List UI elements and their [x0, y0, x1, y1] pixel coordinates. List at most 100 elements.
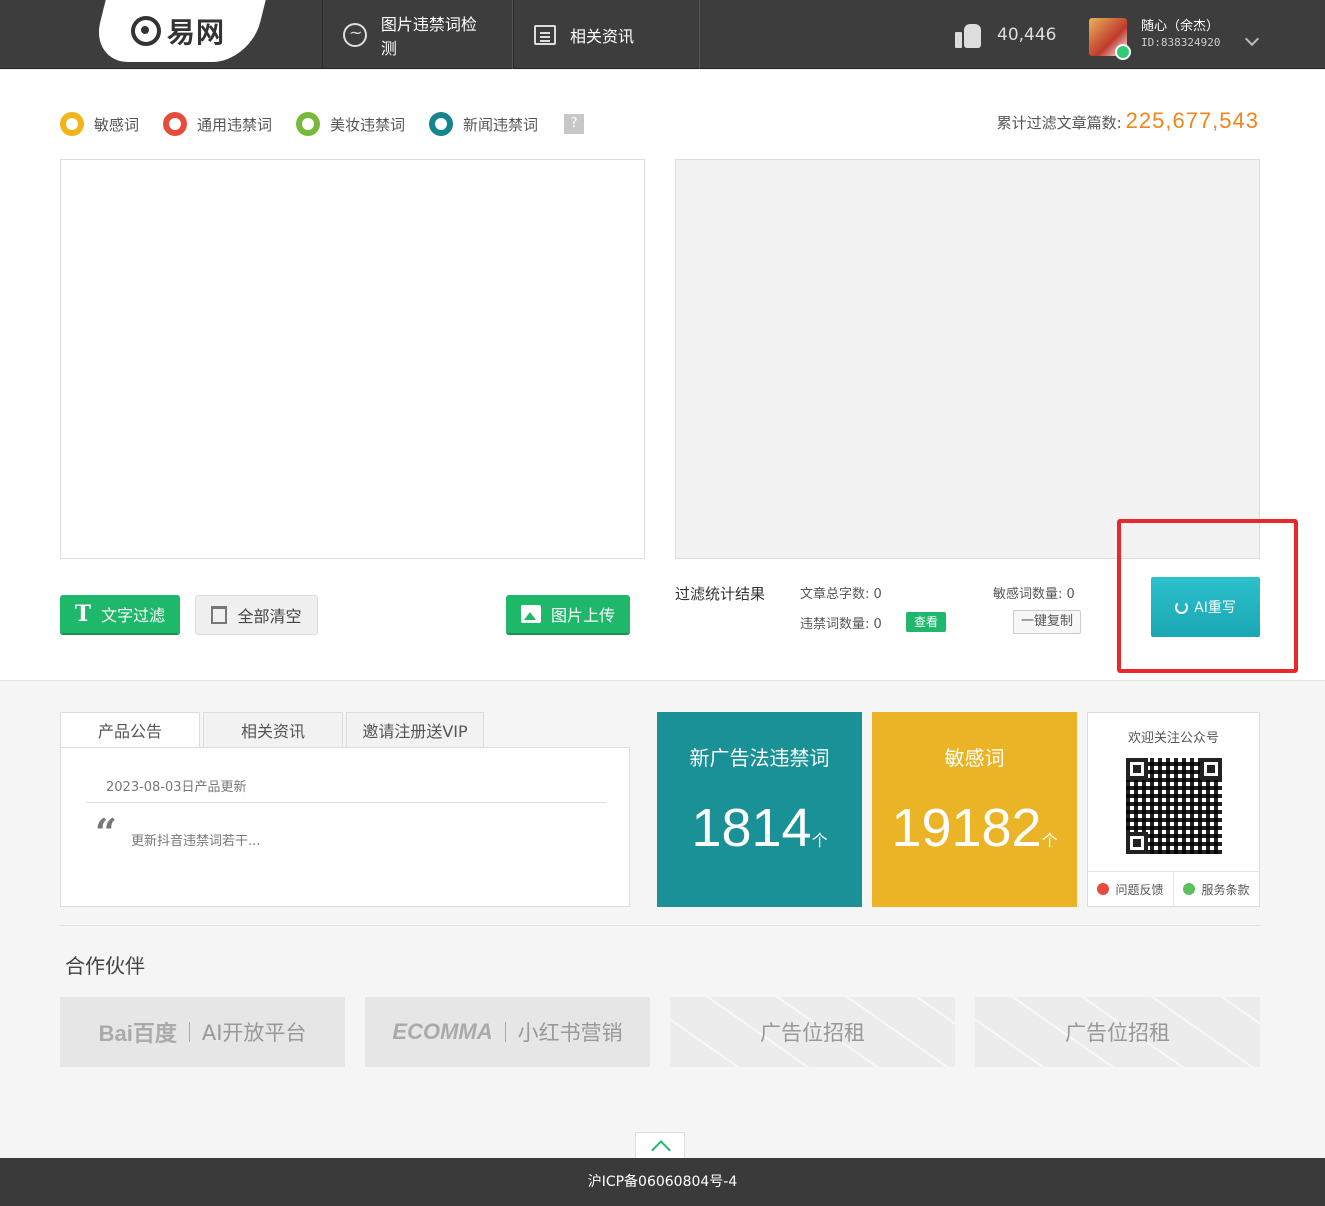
legend: 敏感词 通用违禁词 美妆违禁词 新闻违禁词 ? [60, 112, 585, 136]
copy-button[interactable]: 一键复制 [1013, 610, 1081, 634]
top-navbar: 易网 图片违禁词检测 相关资讯 40,446 随心（余杰） ID:8383249… [0, 0, 1325, 69]
partner-ad-slot[interactable]: 广告位招租 [670, 997, 955, 1067]
avatar [1089, 18, 1131, 60]
terms-label: 服务条款 [1201, 882, 1250, 897]
trash-icon [211, 606, 228, 624]
card-title: 敏感词 [944, 746, 1005, 770]
nav-image-check[interactable]: 图片违禁词检测 [322, 0, 513, 69]
divider [86, 802, 606, 803]
input-textarea[interactable] [60, 159, 645, 559]
image-upload-button[interactable]: 图片上传 [506, 595, 630, 635]
tab-news[interactable]: 相关资讯 [203, 712, 343, 748]
notice-date[interactable]: 2023-08-03日产品更新 [106, 776, 247, 795]
question-icon [1097, 883, 1110, 895]
yellow-dot-icon [60, 112, 84, 136]
scroll-top-button[interactable] [635, 1132, 685, 1158]
partner-ecomma[interactable]: ECOMMA 小红书营销 [365, 997, 650, 1067]
image-upload-label: 图片上传 [550, 606, 615, 625]
legend-label: 敏感词 [94, 115, 140, 134]
wechat-qr-card: 欢迎关注公众号 问题反馈 服务条款 [1087, 712, 1260, 907]
help-icon[interactable]: ? [564, 114, 585, 134]
total-words: 文章总字数: 0 [800, 587, 882, 602]
banned-words-card[interactable]: 新广告法违禁词 1814个 [657, 712, 862, 907]
news-doc-icon [534, 24, 556, 45]
feedback-label: 问题反馈 [1115, 882, 1164, 897]
legend-sensitive: 敏感词 [60, 112, 139, 136]
feedback-link[interactable]: 问题反馈 [1088, 872, 1174, 906]
sensitive-count: 敏感词数量: 0 [993, 587, 1075, 602]
notice-panel: 2023-08-03日产品更新 “ 更新抖音违禁词若干... [60, 747, 630, 907]
nav-news[interactable]: 相关资讯 [513, 0, 700, 69]
partners-title: 合作伙伴 [65, 954, 145, 978]
result-textarea[interactable] [675, 159, 1260, 559]
card-unit: 个 [1041, 833, 1058, 850]
user-menu[interactable]: 随心（余杰） ID:838324920 [1089, 18, 1221, 60]
logo[interactable]: 易网 [90, 0, 266, 62]
qr-footer: 问题反馈 服务条款 [1088, 871, 1259, 906]
card-value: 19182个 [872, 797, 1077, 859]
clear-all-button[interactable]: 全部清空 [195, 595, 318, 635]
chevron-down-icon[interactable] [1244, 31, 1260, 47]
red-dot-icon [163, 112, 188, 136]
partner-label: 小红书营销 [517, 1021, 623, 1045]
total-label: 累计过滤文章篇数: [996, 114, 1122, 132]
text-filter-button[interactable]: T 文字过滤 [60, 595, 180, 635]
image-scan-icon [343, 22, 367, 47]
partner-label: 广告位招租 [1065, 1021, 1170, 1045]
user-name: 随心（余杰） [1141, 19, 1220, 34]
total-value: 225,677,543 [1125, 108, 1259, 133]
text-t-icon: T [74, 601, 92, 627]
card-title: 新广告法违禁词 [689, 746, 830, 770]
total-filtered: 累计过滤文章篇数: 225,677,543 [997, 108, 1259, 134]
legend-label: 美妆违禁词 [330, 115, 406, 134]
legend-beauty: 美妆违禁词 [296, 112, 405, 136]
notice-text[interactable]: 更新抖音违禁词若干... [131, 830, 260, 849]
quote-icon: “ [95, 810, 117, 855]
separator [188, 1022, 190, 1042]
sensitive-words-card[interactable]: 敏感词 19182个 [872, 712, 1077, 907]
section-divider [60, 925, 1260, 926]
card-unit: 个 [811, 833, 828, 850]
logo-mark-icon [130, 16, 161, 46]
qr-code [1125, 758, 1222, 854]
card-number: 1814 [691, 798, 812, 858]
baidu-logo-icon: Bai百度 [98, 1021, 177, 1046]
likes-counter[interactable]: 40,446 [955, 22, 1056, 48]
partner-ad-slot[interactable]: 广告位招租 [975, 997, 1260, 1067]
partner-baidu[interactable]: Bai百度 AI开放平台 [60, 997, 345, 1067]
user-id: ID:838324920 [1141, 36, 1221, 49]
highlight-box [1117, 519, 1298, 673]
image-icon [520, 605, 541, 623]
legend-news: 新闻违禁词 [429, 112, 538, 136]
qr-corner [1125, 832, 1148, 854]
legend-general: 通用违禁词 [163, 112, 272, 136]
qr-corner [1125, 758, 1148, 780]
likes-count: 40,446 [997, 25, 1057, 45]
text-filter-label: 文字过滤 [101, 606, 166, 625]
footer: 沪ICP备06060804号-4 [0, 1158, 1325, 1206]
legend-label: 通用违禁词 [197, 115, 273, 134]
verified-badge-icon [1115, 44, 1131, 60]
partner-label: AI开放平台 [201, 1021, 307, 1045]
main-panel: 敏感词 通用违禁词 美妆违禁词 新闻违禁词 ? 累计过滤文章篇数: 225,67… [0, 70, 1325, 681]
green-dot-icon [296, 112, 321, 136]
thumbs-up-icon [955, 22, 983, 48]
notice-tabs: 产品公告 相关资讯 邀请注册送VIP [60, 712, 487, 748]
stats-title: 过滤统计结果 [675, 585, 766, 603]
view-button[interactable]: 查看 [906, 612, 946, 632]
card-number: 19182 [891, 798, 1042, 858]
tab-announcement[interactable]: 产品公告 [60, 712, 200, 748]
ecomma-logo-icon: ECOMMA [392, 1019, 493, 1044]
qr-corner [1199, 758, 1222, 780]
icp-record[interactable]: 沪ICP备06060804号-4 [588, 1174, 738, 1190]
chat-icon [1183, 883, 1196, 895]
tab-invite-vip[interactable]: 邀请注册送VIP [346, 712, 484, 748]
nav-news-label: 相关资讯 [570, 26, 635, 46]
nav-image-check-label: 图片违禁词检测 [380, 14, 477, 58]
banned-count: 违禁词数量: 0 [800, 617, 882, 632]
partner-label: 广告位招租 [760, 1021, 865, 1045]
teal-dot-icon [429, 112, 454, 136]
qr-title: 欢迎关注公众号 [1127, 731, 1219, 746]
terms-link[interactable]: 服务条款 [1174, 872, 1259, 906]
clear-all-label: 全部清空 [237, 607, 302, 626]
